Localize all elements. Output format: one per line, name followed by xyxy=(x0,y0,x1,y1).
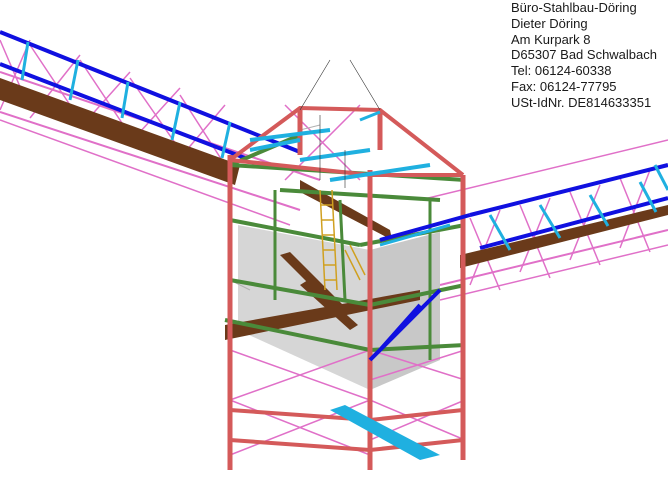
contact-name: Dieter Döring xyxy=(511,15,588,31)
cad-3d-viewport[interactable]: Büro-Stahlbau-Döring Dieter Döring Am Ku… xyxy=(0,0,668,482)
city-address: D65307 Bad Schwalbach xyxy=(511,47,657,63)
phone-number: Tel: 06124-60338 xyxy=(511,63,612,79)
street-address: Am Kurpark 8 xyxy=(511,31,591,47)
title-block: Büro-Stahlbau-Döring Dieter Döring Am Ku… xyxy=(511,0,668,111)
fax-number: Fax: 06124-77795 xyxy=(511,78,617,94)
company-name: Büro-Stahlbau-Döring xyxy=(511,0,637,15)
vat-id: USt-IdNr. DE814633351 xyxy=(511,94,652,110)
stair-tower xyxy=(224,59,471,470)
